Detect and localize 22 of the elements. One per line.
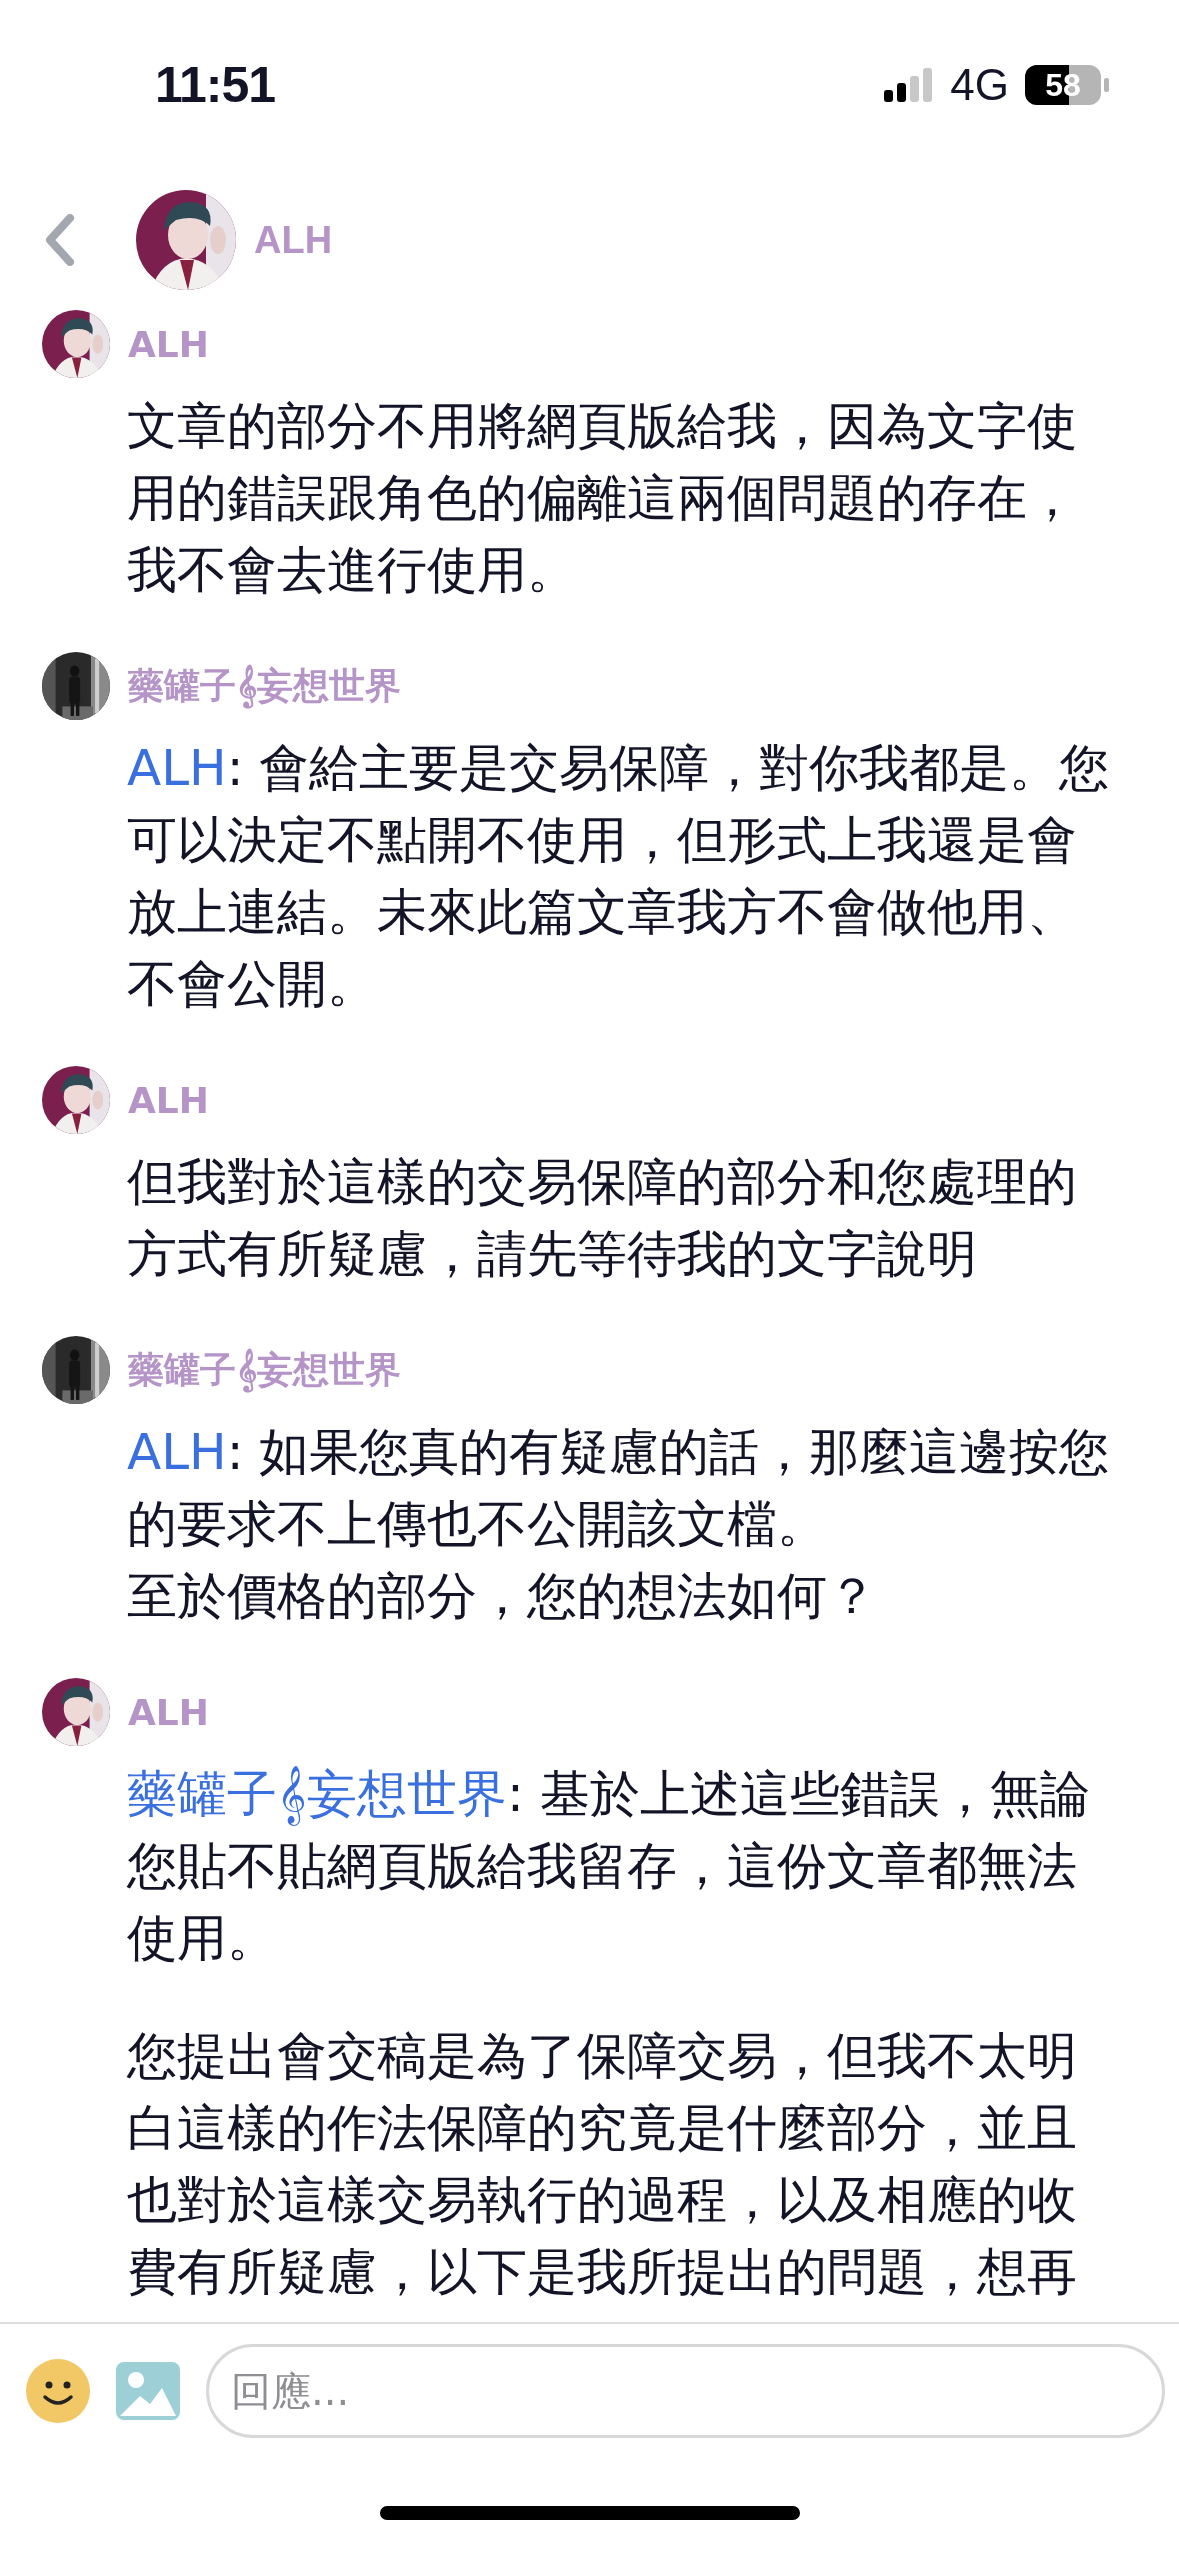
sender-name: ALH [128, 323, 209, 365]
message-text: 藥罐子𝄞妄想世界: 基於上述這些錯誤，無論您貼不貼網頁版給我留存，這份文章都無法使用。 [127, 1764, 1091, 1969]
sender-name: ALH [128, 1691, 209, 1733]
mention-link[interactable]: ALH [127, 739, 227, 797]
network-label: 4G [950, 60, 1009, 110]
status-time: 11:51 [155, 56, 276, 114]
back-icon[interactable] [44, 214, 76, 266]
signal-icon [884, 68, 935, 102]
emoji-icon[interactable] [26, 2359, 90, 2423]
reply-field[interactable]: 回應... [206, 2344, 1165, 2438]
sender-name: 藥罐子𝄞妄想世界 [128, 1345, 401, 1395]
message-text: 但我對於這樣的交易保障的部分和您處理的方式有所疑慮，請先等待我的文字說明 [127, 1152, 1078, 1285]
sender-name: 藥罐子𝄞妄想世界 [128, 661, 401, 711]
message-text: ALH: 會給主要是交易保障，對你我都是。您可以決定不點開不使用，但形式上我還是會放上連結。未來此篇文章我方不會做他用、不會公開。 [127, 738, 1111, 1015]
message-text: 文章的部分不用將網頁版給我，因為文字使用的錯誤跟角色的偏離這兩個問題的存在，我不會去進行使用。 [127, 396, 1078, 601]
message-text: 您提出會交稿是為了保障交易，但我不太明白這樣的作法保障的究竟是什麼部分，並且也對於這樣交易執行的過程，以及相應的收費有所疑慮，以下是我所提出的問題，想再 [127, 2026, 1078, 2303]
mention-link[interactable]: ALH [127, 1423, 227, 1481]
sender-name: ALH [128, 1079, 209, 1121]
chat-title: ALH [254, 218, 333, 262]
message-text: ALH: 如果您真的有疑慮的話，那麼這邊按您的要求不上傳也不公開該文檔。 [127, 1422, 1111, 1555]
image-icon[interactable] [116, 2362, 180, 2420]
message-text: 至於價格的部分，您的想法如何？ [127, 1566, 878, 1627]
